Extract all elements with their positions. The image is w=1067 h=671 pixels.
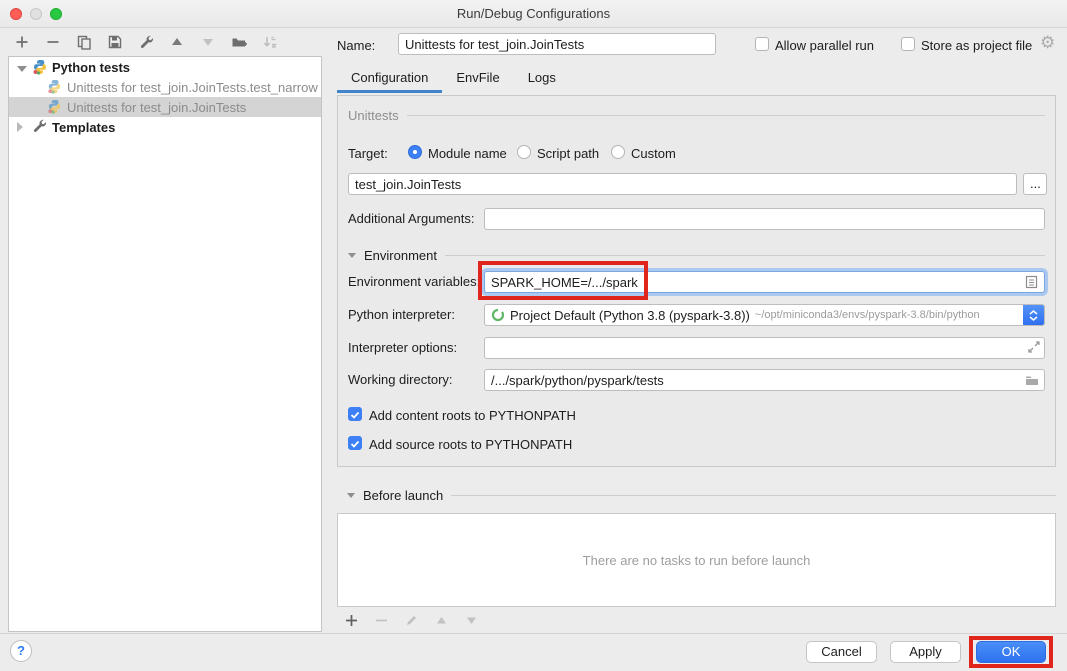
environment-section-header: Environment [348, 248, 1045, 263]
python-interpreter-value: Project Default (Python 3.8 (pyspark-3.8… [510, 308, 750, 323]
add-content-roots-checkbox[interactable] [348, 407, 362, 421]
working-directory-input[interactable] [484, 369, 1045, 391]
target-module-input[interactable] [348, 173, 1017, 195]
python-interpreter-label: Python interpreter: [348, 307, 455, 322]
interpreter-dropdown-stepper[interactable] [1023, 304, 1044, 326]
before-launch-title: Before launch [363, 488, 443, 503]
python-test-config-icon [47, 99, 63, 115]
tree-item-unittests-narrow[interactable]: Unittests for test_join.JoinTests.test_n… [9, 77, 321, 97]
store-as-project-file-label: Store as project file [921, 38, 1032, 53]
configuration-panel: Unittests Target: Module name Script pat… [337, 95, 1056, 467]
expanded-arrow-icon[interactable] [17, 60, 28, 75]
config-tabs: Configuration EnvFile Logs [337, 66, 570, 93]
before-launch-task-list: There are no tasks to run before launch [337, 513, 1056, 607]
conda-environment-icon [491, 308, 505, 322]
ok-button[interactable]: OK [976, 641, 1046, 663]
tab-envfile[interactable]: EnvFile [442, 66, 513, 93]
store-as-project-file-checkbox[interactable] [901, 37, 915, 51]
tree-item-label: Unittests for test_join.JoinTests [67, 100, 246, 115]
add-source-roots-label: Add source roots to PYTHONPATH [369, 437, 572, 452]
interpreter-options-label: Interpreter options: [348, 340, 457, 355]
additional-arguments-input[interactable] [484, 208, 1045, 230]
unittests-section-header: Unittests [348, 108, 1045, 123]
browse-folder-icon[interactable] [1025, 374, 1039, 389]
interpreter-options-input[interactable] [484, 337, 1045, 359]
add-content-roots-label: Add content roots to PYTHONPATH [369, 408, 576, 423]
copy-configuration-icon[interactable] [76, 34, 92, 50]
tree-item-templates[interactable]: Templates [9, 117, 321, 137]
add-source-roots-checkbox[interactable] [348, 436, 362, 450]
python-interpreter-path: ~/opt/miniconda3/envs/pyspark-3.8/bin/py… [755, 309, 980, 321]
environment-section-title: Environment [364, 248, 437, 263]
unittests-section-title: Unittests [348, 108, 399, 123]
name-input[interactable] [398, 33, 716, 55]
before-launch-toolbar [343, 612, 479, 628]
configurations-toolbar [14, 33, 278, 51]
tab-configuration[interactable]: Configuration [337, 66, 442, 93]
task-move-down-icon [463, 612, 479, 628]
python-interpreter-select[interactable]: Project Default (Python 3.8 (pyspark-3.8… [484, 304, 1045, 326]
cancel-button[interactable]: Cancel [806, 641, 877, 663]
edit-environment-variables-icon[interactable] [1025, 275, 1038, 292]
additional-arguments-label: Additional Arguments: [348, 211, 474, 226]
move-up-icon[interactable] [169, 34, 185, 50]
sort-configurations-icon [262, 34, 278, 50]
target-label: Target: [348, 146, 388, 161]
title-bar: Run/Debug Configurations [0, 0, 1067, 28]
target-custom-radio[interactable] [611, 145, 625, 159]
python-test-config-icon [47, 79, 63, 95]
target-module-name-radio[interactable] [408, 145, 422, 159]
target-script-path-label: Script path [537, 146, 599, 161]
allow-parallel-run-checkbox[interactable] [755, 37, 769, 51]
environment-variables-input[interactable] [484, 271, 1045, 293]
target-module-name-label: Module name [428, 146, 507, 161]
browse-module-button[interactable]: ... [1023, 173, 1047, 195]
edit-task-pencil-icon [403, 612, 419, 628]
python-tests-icon [32, 59, 48, 75]
help-button[interactable]: ? [10, 640, 32, 662]
target-script-path-radio[interactable] [517, 145, 531, 159]
remove-configuration-icon[interactable] [45, 34, 61, 50]
environment-collapse-icon[interactable] [348, 253, 356, 258]
tab-logs[interactable]: Logs [514, 66, 570, 93]
apply-button[interactable]: Apply [890, 641, 961, 663]
collapsed-arrow-icon[interactable] [17, 120, 28, 135]
configurations-tree: Python tests Unittests for test_join.Joi… [8, 56, 322, 632]
before-launch-empty-text: There are no tasks to run before launch [583, 553, 811, 568]
working-directory-label: Working directory: [348, 372, 453, 387]
tree-item-label: Unittests for test_join.JoinTests.test_n… [67, 80, 318, 95]
templates-wrench-icon [32, 119, 48, 135]
tree-item-label: Python tests [52, 60, 130, 75]
tree-item-python-tests[interactable]: Python tests [9, 57, 321, 77]
add-task-icon[interactable] [343, 612, 359, 628]
environment-variables-label: Environment variables: [348, 274, 480, 289]
before-launch-section-header: Before launch [347, 488, 1056, 503]
expand-field-icon[interactable] [1028, 341, 1040, 356]
remove-task-icon [373, 612, 389, 628]
tree-item-label: Templates [52, 120, 115, 135]
before-launch-collapse-icon[interactable] [347, 493, 355, 498]
new-folder-icon[interactable] [231, 34, 247, 50]
footer-separator [0, 633, 1067, 634]
save-configuration-icon[interactable] [107, 34, 123, 50]
task-move-up-icon [433, 612, 449, 628]
add-configuration-icon[interactable] [14, 34, 30, 50]
gear-icon[interactable]: ⚙ [1040, 33, 1055, 53]
target-custom-label: Custom [631, 146, 676, 161]
move-down-icon [200, 34, 216, 50]
allow-parallel-run-label: Allow parallel run [775, 38, 874, 53]
tree-item-unittests-jointests-selected[interactable]: Unittests for test_join.JoinTests [9, 97, 321, 117]
edit-templates-wrench-icon[interactable] [138, 34, 154, 50]
window-title: Run/Debug Configurations [0, 0, 1067, 28]
name-label: Name: [337, 38, 375, 53]
